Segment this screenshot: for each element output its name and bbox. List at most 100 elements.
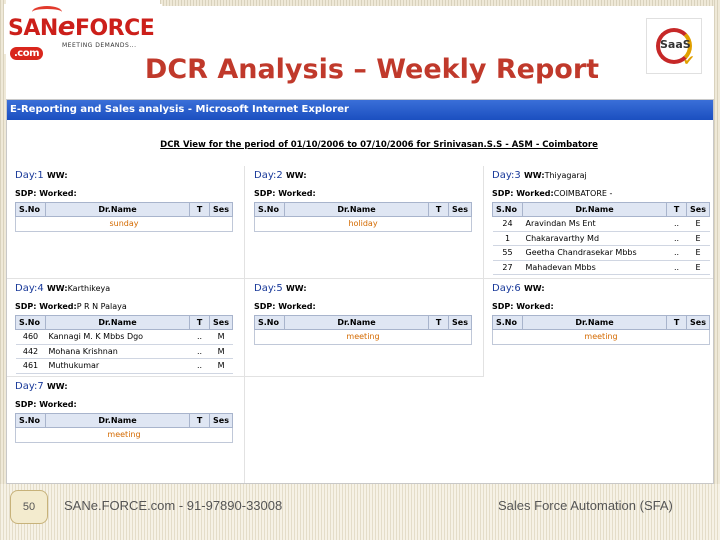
cell-t: .. bbox=[189, 329, 210, 345]
worked-value: P R N Palaya bbox=[76, 302, 127, 311]
day-number: 4 bbox=[37, 283, 44, 294]
col-t: T bbox=[189, 315, 211, 330]
col-t: T bbox=[428, 315, 450, 330]
table-header-row: S.No Dr.Name T Ses bbox=[15, 315, 233, 330]
cell-sno: 1 bbox=[492, 231, 523, 246]
cell-ses: M bbox=[209, 358, 233, 374]
day-number: 3 bbox=[514, 170, 521, 181]
table-row[interactable]: 1 Chakaravarthy Md.. E bbox=[492, 231, 710, 246]
cell-drname[interactable]: Mahadevan Mbbs bbox=[522, 260, 667, 275]
ww-value: Thiyagaraj bbox=[544, 171, 587, 180]
col-ses: Ses bbox=[209, 202, 233, 217]
table-header-row: S.No Dr.Name T Ses bbox=[492, 202, 710, 217]
sanforce-logo: SANeFORCE.com MEETING DEMANDS... bbox=[4, 4, 162, 60]
day-label: Day: bbox=[15, 283, 38, 294]
logo-brand-e: e bbox=[57, 12, 76, 42]
table-row[interactable]: 27 Mahadevan Mbbs.. E bbox=[492, 260, 710, 275]
footer-product: Sales Force Automation (SFA) bbox=[498, 498, 673, 513]
browser-window: E-Reporting and Sales analysis - Microso… bbox=[6, 99, 714, 484]
col-sno: S.No bbox=[492, 202, 523, 217]
day-number: 1 bbox=[37, 170, 44, 181]
window-titlebar[interactable]: E-Reporting and Sales analysis - Microso… bbox=[7, 100, 713, 120]
cell-ses: E bbox=[686, 231, 710, 246]
col-sno: S.No bbox=[15, 202, 46, 217]
slide-title: DCR Analysis – Weekly Report bbox=[144, 54, 600, 85]
cell-t: .. bbox=[189, 358, 210, 374]
sdp-label: SDP: bbox=[492, 189, 517, 198]
day-label: Day: bbox=[15, 381, 38, 392]
cell-drname[interactable]: Mohana Krishnan bbox=[45, 344, 190, 359]
table-row[interactable]: 460 Kannagi M. K Mbbs Dgo.. M bbox=[15, 329, 233, 345]
table-row[interactable]: 55 Geetha Chandrasekar Mbbs.. E bbox=[492, 245, 710, 261]
table-row: meeting bbox=[492, 329, 710, 345]
ww-label: WW: bbox=[523, 171, 545, 180]
day-number: 7 bbox=[37, 381, 44, 392]
cell-drname[interactable]: Muthukumar bbox=[45, 358, 190, 374]
col-drname: Dr.Name bbox=[521, 202, 668, 217]
col-t: T bbox=[189, 413, 211, 428]
saas-text: SaaS bbox=[660, 38, 691, 51]
cell-ses: E bbox=[686, 260, 710, 275]
cell-drname[interactable]: Chakaravarthy Md bbox=[522, 231, 667, 246]
cell-t: .. bbox=[189, 344, 210, 359]
cell-t: .. bbox=[666, 216, 687, 232]
day-cell-7: Day:7 WW: SDP: Worked: S.No Dr.Name T Ses meet… bbox=[7, 377, 243, 477]
cell-sno: 24 bbox=[492, 216, 523, 232]
day-note: holiday bbox=[254, 216, 472, 232]
slide: SANeFORCE.com MEETING DEMANDS... SaaS ✔ … bbox=[0, 0, 720, 540]
dcr-table: S.No Dr.Name T Ses holiday bbox=[254, 202, 472, 232]
dcr-table: S.No Dr.Name T Ses meeting bbox=[492, 315, 710, 345]
cell-t: .. bbox=[666, 231, 687, 246]
col-sno: S.No bbox=[254, 315, 285, 330]
day-header: Day:4 WW:Karthikeya bbox=[15, 283, 110, 294]
cell-drname[interactable]: Aravindan Ms Ent bbox=[522, 216, 667, 232]
grid-divider-vertical bbox=[483, 166, 484, 377]
cell-ses: M bbox=[209, 329, 233, 345]
worked-label: Worked: bbox=[39, 400, 77, 409]
col-t: T bbox=[666, 315, 688, 330]
cell-sno: 460 bbox=[15, 329, 46, 345]
sdp-line: SDP: Worked:COIMBATORE - bbox=[492, 189, 612, 198]
day-header: Day:2 WW: bbox=[254, 170, 307, 181]
col-sno: S.No bbox=[254, 202, 285, 217]
day-cell-1: Day:1 WW: SDP: Worked: S.No Dr.Name T Ses sund… bbox=[7, 166, 243, 278]
table-row[interactable]: 461 Muthukumar.. M bbox=[15, 358, 233, 374]
grid-divider-vertical bbox=[244, 166, 245, 483]
dcr-table: S.No Dr.Name T Ses 460 Kannagi M. K Mbbs Dgo.… bbox=[15, 315, 233, 374]
day-note: meeting bbox=[15, 427, 233, 443]
col-ses: Ses bbox=[448, 315, 472, 330]
sdp-line: SDP: Worked: bbox=[492, 302, 554, 311]
sdp-line: SDP: Worked: bbox=[254, 302, 316, 311]
table-header-row: S.No Dr.Name T Ses bbox=[15, 202, 233, 217]
table-row[interactable]: 24 Aravindan Ms Ent.. E bbox=[492, 216, 710, 232]
cell-drname[interactable]: Geetha Chandrasekar Mbbs bbox=[522, 245, 667, 261]
day-cell-6: Day:6 WW: SDP: Worked: S.No Dr.Name T Ses meet… bbox=[484, 279, 713, 376]
day-cell-3: Day:3 WW:Thiyagaraj SDP: Worked:COIMBATOR… bbox=[484, 166, 713, 278]
col-ses: Ses bbox=[448, 202, 472, 217]
cell-drname[interactable]: Kannagi M. K Mbbs Dgo bbox=[45, 329, 190, 345]
day-note: sunday bbox=[15, 216, 233, 232]
day-number: 5 bbox=[276, 283, 283, 294]
table-row[interactable]: 442 Mohana Krishnan.. M bbox=[15, 344, 233, 359]
col-ses: Ses bbox=[209, 413, 233, 428]
dcr-table: S.No Dr.Name T Ses meeting bbox=[254, 315, 472, 345]
sdp-label: SDP: bbox=[492, 302, 517, 311]
table-row: holiday bbox=[254, 216, 472, 232]
col-ses: Ses bbox=[686, 315, 710, 330]
day-header: Day:6 WW: bbox=[492, 283, 545, 294]
day-header: Day:7 WW: bbox=[15, 381, 68, 392]
col-drname: Dr.Name bbox=[44, 202, 191, 217]
col-sno: S.No bbox=[15, 413, 46, 428]
day-number: 2 bbox=[276, 170, 283, 181]
grid-divider-horizontal bbox=[7, 376, 483, 377]
page-number-badge: 50 bbox=[10, 490, 48, 524]
table-header-row: S.No Dr.Name T Ses bbox=[15, 413, 233, 428]
worked-label: Worked: bbox=[278, 302, 316, 311]
grid-divider-horizontal bbox=[7, 278, 713, 279]
col-ses: Ses bbox=[686, 202, 710, 217]
day-cell-4: Day:4 WW:Karthikeya SDP: Worked:P R N Pal… bbox=[7, 279, 243, 376]
worked-label: Worked: bbox=[39, 189, 77, 198]
cell-sno: 442 bbox=[15, 344, 46, 359]
worked-label: Worked: bbox=[278, 189, 316, 198]
day-label: Day: bbox=[492, 283, 515, 294]
